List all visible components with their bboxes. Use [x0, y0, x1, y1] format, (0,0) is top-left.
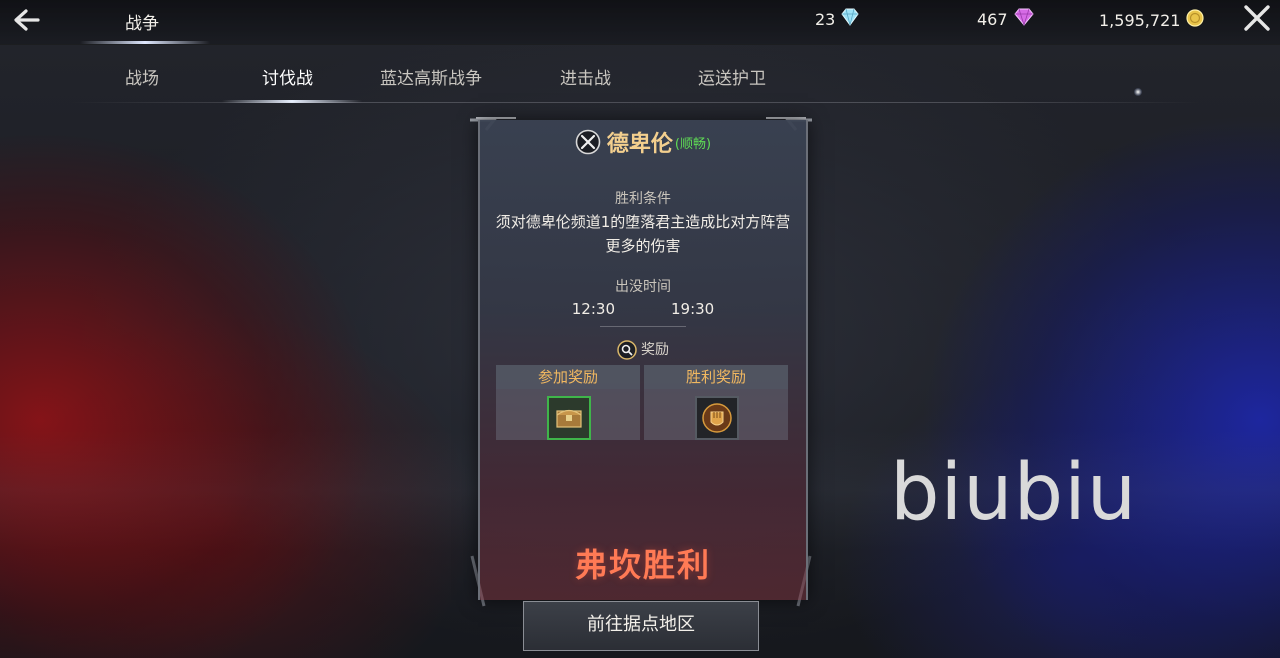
spawn-time-2: 19:30 — [671, 300, 715, 318]
server-status: (顺畅) — [674, 136, 712, 152]
victory-reward-label: 胜利奖励 — [644, 365, 788, 389]
tab-randagos-war[interactable]: 蓝达高斯战争 — [380, 64, 482, 89]
gem-count: 467 — [977, 9, 1008, 29]
panel-header: 德卑伦 (顺畅) — [480, 126, 806, 158]
victory-condition-label: 胜利条件 — [615, 191, 671, 207]
tab-escort[interactable]: 运送护卫 — [698, 64, 766, 89]
top-bar: 战争 23 467 1,595,721 — [0, 0, 1280, 45]
back-arrow-icon[interactable] — [10, 5, 44, 35]
crossed-swords-icon — [575, 129, 601, 155]
participation-reward-box: 参加奖励 — [496, 365, 640, 440]
magnifier-icon[interactable] — [617, 340, 637, 360]
spawn-time-1: 12:30 — [571, 300, 615, 318]
title-underline — [80, 41, 210, 44]
tab-divider — [70, 102, 1200, 103]
reward-chest-icon[interactable] — [547, 396, 591, 440]
reward-header: 奖励 — [480, 339, 806, 360]
page-title: 战争 — [125, 14, 159, 34]
victory-reward-box: 胜利奖励 — [644, 365, 788, 440]
gold-count: 1,595,721 — [1099, 10, 1181, 30]
tab-battlefield[interactable]: 战场 — [125, 64, 159, 89]
watermark-logo: biubiu — [890, 448, 1138, 538]
crusade-info-panel: 德卑伦 (顺畅) 胜利条件 须对德卑伦频道1的堕落君主造成比对方阵营更多的伤害 出… — [478, 120, 808, 600]
purple-gem-icon — [1013, 8, 1035, 30]
gold-coin-icon — [1185, 8, 1205, 32]
spawn-times: 12:30 19:30 — [480, 300, 806, 318]
diamond-counter[interactable]: 23 — [815, 8, 860, 30]
spawn-time-label: 出没时间 — [615, 279, 671, 295]
diamond-count: 23 — [815, 9, 836, 29]
fist-emblem-icon[interactable] — [695, 396, 739, 440]
participation-reward-label: 参加奖励 — [496, 365, 640, 389]
battle-result: 弗坎胜利 — [574, 546, 711, 584]
gem-counter[interactable]: 467 — [977, 8, 1035, 30]
diamond-icon — [840, 8, 860, 30]
victory-condition-text: 须对德卑伦频道1的堕落君主造成比对方阵营更多的伤害 — [495, 213, 791, 255]
go-to-stronghold-button[interactable]: 前往据点地区 — [523, 601, 759, 651]
tab-assault[interactable]: 进击战 — [560, 64, 611, 89]
divider — [600, 326, 686, 327]
tab-bar: 战场 讨伐战 蓝达高斯战争 进击战 运送护卫 — [0, 60, 1280, 103]
tab-crusade[interactable]: 讨伐战 — [262, 64, 313, 89]
close-icon[interactable] — [1240, 4, 1274, 34]
gold-counter[interactable]: 1,595,721 — [1099, 8, 1205, 32]
region-name: 德卑伦 — [606, 132, 673, 157]
reward-label: 奖励 — [641, 342, 669, 358]
